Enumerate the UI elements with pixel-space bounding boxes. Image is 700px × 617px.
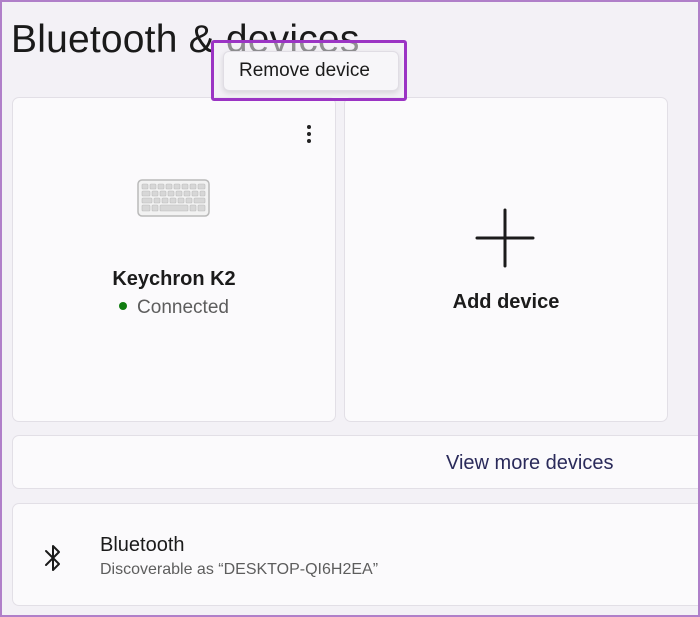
more-options-dot [307,125,311,129]
plus-icon [475,208,535,268]
bluetooth-discoverable-text: Discoverable as “DESKTOP-QI6H2EA” [100,561,379,578]
more-options-button[interactable] [299,120,319,148]
add-device-button[interactable]: Add device [344,97,668,422]
view-more-devices-label: View more devices [446,452,614,474]
more-options-dot [307,132,311,136]
remove-device-menu-item[interactable]: Remove device [223,51,399,91]
device-name: Keychron K2 [112,268,236,290]
device-card-keychron[interactable]: Keychron K2 Connected [12,97,336,422]
connected-status-dot [119,301,128,310]
keyboard-icon [137,179,210,217]
bluetooth-title: Bluetooth [100,534,185,556]
more-options-dot [307,139,311,143]
add-device-label: Add device [452,291,560,313]
view-more-devices-button[interactable]: View more devices [12,435,700,489]
bluetooth-setting-row[interactable]: Bluetooth Discoverable as “DESKTOP-QI6H2… [12,503,700,606]
device-status: Connected [13,297,335,319]
device-context-menu: Remove device [211,40,407,101]
bluetooth-icon [45,545,60,571]
device-status-label: Connected [137,297,229,318]
